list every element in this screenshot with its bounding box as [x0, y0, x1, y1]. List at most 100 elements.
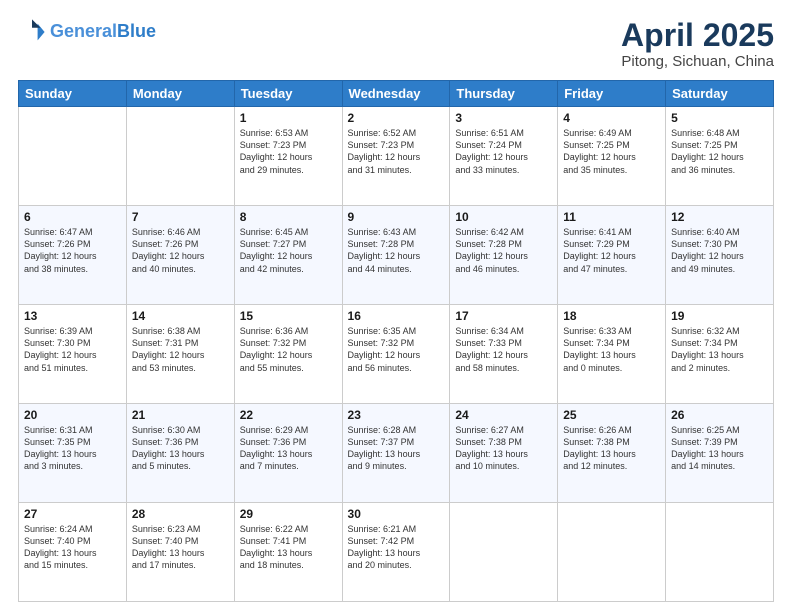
calendar-table: SundayMondayTuesdayWednesdayThursdayFrid… [18, 80, 774, 602]
day-info: Sunrise: 6:41 AM Sunset: 7:29 PM Dayligh… [563, 226, 660, 275]
day-info: Sunrise: 6:35 AM Sunset: 7:32 PM Dayligh… [348, 325, 445, 374]
day-number: 24 [455, 408, 552, 422]
page: GeneralBlue April 2025 Pitong, Sichuan, … [0, 0, 792, 612]
title-block: April 2025 Pitong, Sichuan, China [621, 18, 774, 70]
day-number: 12 [671, 210, 768, 224]
calendar-cell: 2 Sunrise: 6:52 AM Sunset: 7:23 PM Daylig… [342, 107, 450, 206]
day-number: 6 [24, 210, 121, 224]
calendar-cell: 27 Sunrise: 6:24 AM Sunset: 7:40 PM Dayli… [19, 503, 127, 602]
day-number: 20 [24, 408, 121, 422]
day-info: Sunrise: 6:39 AM Sunset: 7:30 PM Dayligh… [24, 325, 121, 374]
day-number: 29 [240, 507, 337, 521]
calendar-cell: 8 Sunrise: 6:45 AM Sunset: 7:27 PM Daylig… [234, 206, 342, 305]
day-info: Sunrise: 6:53 AM Sunset: 7:23 PM Dayligh… [240, 127, 337, 176]
day-number: 11 [563, 210, 660, 224]
calendar-cell: 18 Sunrise: 6:33 AM Sunset: 7:34 PM Dayli… [558, 305, 666, 404]
day-info: Sunrise: 6:32 AM Sunset: 7:34 PM Dayligh… [671, 325, 768, 374]
day-info: Sunrise: 6:25 AM Sunset: 7:39 PM Dayligh… [671, 424, 768, 473]
calendar-cell: 28 Sunrise: 6:23 AM Sunset: 7:40 PM Dayli… [126, 503, 234, 602]
day-info: Sunrise: 6:27 AM Sunset: 7:38 PM Dayligh… [455, 424, 552, 473]
day-info: Sunrise: 6:40 AM Sunset: 7:30 PM Dayligh… [671, 226, 768, 275]
day-number: 4 [563, 111, 660, 125]
day-info: Sunrise: 6:42 AM Sunset: 7:28 PM Dayligh… [455, 226, 552, 275]
logo-text: GeneralBlue [50, 22, 156, 42]
calendar-cell: 4 Sunrise: 6:49 AM Sunset: 7:25 PM Daylig… [558, 107, 666, 206]
day-info: Sunrise: 6:29 AM Sunset: 7:36 PM Dayligh… [240, 424, 337, 473]
day-number: 23 [348, 408, 445, 422]
calendar-cell [126, 107, 234, 206]
day-info: Sunrise: 6:24 AM Sunset: 7:40 PM Dayligh… [24, 523, 121, 572]
calendar-cell: 22 Sunrise: 6:29 AM Sunset: 7:36 PM Dayli… [234, 404, 342, 503]
day-number: 1 [240, 111, 337, 125]
day-header-sunday: Sunday [19, 81, 127, 107]
day-info: Sunrise: 6:30 AM Sunset: 7:36 PM Dayligh… [132, 424, 229, 473]
day-header-tuesday: Tuesday [234, 81, 342, 107]
calendar-cell: 5Sunrise: 6:48 AM Sunset: 7:25 PM Daylig… [666, 107, 774, 206]
calendar-cell: 1 Sunrise: 6:53 AM Sunset: 7:23 PM Daylig… [234, 107, 342, 206]
calendar-cell [19, 107, 127, 206]
calendar-cell: 14 Sunrise: 6:38 AM Sunset: 7:31 PM Dayli… [126, 305, 234, 404]
day-info: Sunrise: 6:33 AM Sunset: 7:34 PM Dayligh… [563, 325, 660, 374]
calendar-cell: 7 Sunrise: 6:46 AM Sunset: 7:26 PM Daylig… [126, 206, 234, 305]
day-header-friday: Friday [558, 81, 666, 107]
calendar-week-1: 1 Sunrise: 6:53 AM Sunset: 7:23 PM Daylig… [19, 107, 774, 206]
logo-line1: General [50, 21, 117, 41]
day-number: 19 [671, 309, 768, 323]
calendar-cell: 12 Sunrise: 6:40 AM Sunset: 7:30 PM Dayli… [666, 206, 774, 305]
day-number: 30 [348, 507, 445, 521]
calendar-cell: 13 Sunrise: 6:39 AM Sunset: 7:30 PM Dayli… [19, 305, 127, 404]
day-info: Sunrise: 6:22 AM Sunset: 7:41 PM Dayligh… [240, 523, 337, 572]
calendar-cell: 9Sunrise: 6:43 AM Sunset: 7:28 PM Daylig… [342, 206, 450, 305]
day-info: Sunrise: 6:45 AM Sunset: 7:27 PM Dayligh… [240, 226, 337, 275]
subtitle: Pitong, Sichuan, China [621, 53, 774, 70]
day-info: Sunrise: 6:46 AM Sunset: 7:26 PM Dayligh… [132, 226, 229, 275]
calendar-cell [450, 503, 558, 602]
day-number: 26 [671, 408, 768, 422]
day-number: 13 [24, 309, 121, 323]
day-number: 21 [132, 408, 229, 422]
day-info: Sunrise: 6:51 AM Sunset: 7:24 PM Dayligh… [455, 127, 552, 176]
day-number: 28 [132, 507, 229, 521]
main-title: April 2025 [621, 18, 774, 53]
day-info: Sunrise: 6:23 AM Sunset: 7:40 PM Dayligh… [132, 523, 229, 572]
day-number: 25 [563, 408, 660, 422]
calendar-cell: 30 Sunrise: 6:21 AM Sunset: 7:42 PM Dayli… [342, 503, 450, 602]
day-info: Sunrise: 6:47 AM Sunset: 7:26 PM Dayligh… [24, 226, 121, 275]
calendar-cell: 24 Sunrise: 6:27 AM Sunset: 7:38 PM Dayli… [450, 404, 558, 503]
day-info: Sunrise: 6:21 AM Sunset: 7:42 PM Dayligh… [348, 523, 445, 572]
day-info: Sunrise: 6:26 AM Sunset: 7:38 PM Dayligh… [563, 424, 660, 473]
day-info: Sunrise: 6:49 AM Sunset: 7:25 PM Dayligh… [563, 127, 660, 176]
day-header-monday: Monday [126, 81, 234, 107]
day-number: 18 [563, 309, 660, 323]
day-number: 10 [455, 210, 552, 224]
calendar-week-5: 27 Sunrise: 6:24 AM Sunset: 7:40 PM Dayli… [19, 503, 774, 602]
calendar-cell: 23Sunrise: 6:28 AM Sunset: 7:37 PM Dayli… [342, 404, 450, 503]
day-info: Sunrise: 6:52 AM Sunset: 7:23 PM Dayligh… [348, 127, 445, 176]
day-info: Sunrise: 6:36 AM Sunset: 7:32 PM Dayligh… [240, 325, 337, 374]
calendar-cell: 10 Sunrise: 6:42 AM Sunset: 7:28 PM Dayli… [450, 206, 558, 305]
day-number: 7 [132, 210, 229, 224]
day-number: 8 [240, 210, 337, 224]
calendar-cell: 25 Sunrise: 6:26 AM Sunset: 7:38 PM Dayli… [558, 404, 666, 503]
calendar-cell: 11 Sunrise: 6:41 AM Sunset: 7:29 PM Dayli… [558, 206, 666, 305]
header: GeneralBlue April 2025 Pitong, Sichuan, … [18, 18, 774, 70]
calendar-cell: 20Sunrise: 6:31 AM Sunset: 7:35 PM Dayli… [19, 404, 127, 503]
calendar-cell: 6 Sunrise: 6:47 AM Sunset: 7:26 PM Daylig… [19, 206, 127, 305]
calendar-cell: 17Sunrise: 6:34 AM Sunset: 7:33 PM Dayli… [450, 305, 558, 404]
day-number: 17 [455, 309, 552, 323]
day-info: Sunrise: 6:38 AM Sunset: 7:31 PM Dayligh… [132, 325, 229, 374]
calendar-cell: 26 Sunrise: 6:25 AM Sunset: 7:39 PM Dayli… [666, 404, 774, 503]
day-info: Sunrise: 6:43 AM Sunset: 7:28 PM Dayligh… [348, 226, 445, 275]
calendar-cell: 16Sunrise: 6:35 AM Sunset: 7:32 PM Dayli… [342, 305, 450, 404]
calendar-week-2: 6 Sunrise: 6:47 AM Sunset: 7:26 PM Daylig… [19, 206, 774, 305]
day-number: 27 [24, 507, 121, 521]
calendar-cell: 15Sunrise: 6:36 AM Sunset: 7:32 PM Dayli… [234, 305, 342, 404]
calendar-cell: 3 Sunrise: 6:51 AM Sunset: 7:24 PM Daylig… [450, 107, 558, 206]
day-number: 14 [132, 309, 229, 323]
logo-line2: Blue [117, 21, 156, 41]
day-number: 3 [455, 111, 552, 125]
day-number: 2 [348, 111, 445, 125]
logo-icon [18, 18, 46, 46]
day-number: 22 [240, 408, 337, 422]
calendar-header-row: SundayMondayTuesdayWednesdayThursdayFrid… [19, 81, 774, 107]
